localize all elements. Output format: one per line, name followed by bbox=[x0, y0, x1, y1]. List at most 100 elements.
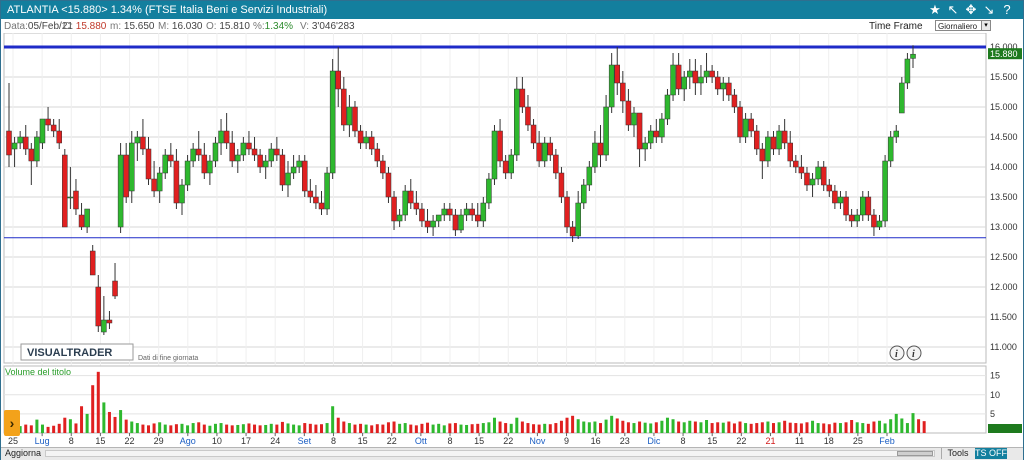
candle-body bbox=[904, 58, 911, 84]
move-icon[interactable]: ✥ bbox=[963, 2, 979, 18]
candle-body bbox=[67, 196, 74, 199]
volume-bar bbox=[286, 423, 290, 433]
candle-body bbox=[631, 112, 637, 126]
volume-bar bbox=[24, 424, 28, 433]
open-label: O: bbox=[206, 21, 217, 32]
data-note: Dati di fine giornata bbox=[138, 355, 198, 362]
volume-bar bbox=[303, 423, 307, 433]
candle-body bbox=[558, 172, 565, 198]
candle-body bbox=[290, 166, 297, 174]
volume-bar bbox=[275, 424, 279, 433]
candle-body bbox=[871, 214, 877, 228]
volume-bar bbox=[917, 419, 921, 433]
candle-body bbox=[547, 142, 554, 156]
horizontal-scrollbar[interactable] bbox=[45, 450, 935, 457]
candlestick-chart[interactable]: 16.00015.50015.00014.50014.00013.50013.0… bbox=[1, 33, 1023, 447]
volume-bar bbox=[665, 417, 669, 433]
candle-body bbox=[28, 148, 35, 162]
volume-bar bbox=[174, 424, 178, 433]
x-tick-label: 11 bbox=[795, 436, 804, 446]
volume-bar bbox=[481, 423, 485, 433]
aggiorna-button[interactable]: Aggiorna bbox=[5, 448, 41, 459]
volume-bar bbox=[571, 415, 575, 433]
volume-bar bbox=[141, 424, 145, 433]
candle-body bbox=[313, 196, 319, 204]
candle-body bbox=[184, 160, 191, 186]
volume-bar bbox=[308, 423, 312, 433]
candle-body bbox=[899, 82, 905, 114]
star-icon[interactable]: ★ bbox=[927, 2, 943, 18]
x-tick-label: 22 bbox=[387, 436, 397, 446]
volume-bar bbox=[191, 423, 195, 433]
arrow-icon[interactable]: ↖ bbox=[945, 2, 961, 18]
candle-body bbox=[235, 154, 241, 162]
candle-body bbox=[212, 142, 219, 162]
candle-body bbox=[374, 148, 381, 162]
candle-body bbox=[469, 208, 475, 216]
chevron-down-icon[interactable]: ▾ bbox=[981, 20, 991, 31]
volume-bar bbox=[844, 422, 848, 433]
volume-bar bbox=[359, 423, 363, 433]
y-tick-label: 13.000 bbox=[990, 222, 1018, 232]
tools-button[interactable]: Tools bbox=[941, 448, 974, 459]
volume-bar bbox=[878, 420, 882, 433]
volume-label: V: bbox=[300, 21, 310, 32]
scrollbar-thumb[interactable] bbox=[897, 451, 933, 456]
volume-bar bbox=[638, 421, 642, 433]
candle-body bbox=[798, 166, 805, 174]
collapse-icon[interactable]: ↘ bbox=[981, 2, 997, 18]
volume-bar bbox=[889, 419, 893, 433]
candle-body bbox=[34, 136, 40, 162]
volume-bar bbox=[727, 421, 731, 433]
volume-bar bbox=[130, 421, 134, 433]
volume-bar bbox=[264, 424, 268, 433]
x-tick-label: 22 bbox=[125, 436, 135, 446]
candle-body bbox=[329, 70, 336, 174]
volume-bar bbox=[922, 421, 926, 433]
candle-body bbox=[179, 184, 185, 204]
candle-body bbox=[603, 106, 609, 156]
candle-body bbox=[530, 124, 537, 144]
candle-body bbox=[6, 130, 12, 156]
volume-bar bbox=[96, 371, 100, 433]
candle-body bbox=[341, 88, 347, 126]
candle-body bbox=[207, 160, 213, 174]
help-icon[interactable]: ? bbox=[999, 2, 1015, 18]
volume-bar bbox=[660, 420, 664, 433]
ts-off-button[interactable]: TS OFF bbox=[975, 448, 1007, 459]
y-tick-label: 15.500 bbox=[990, 72, 1018, 82]
y-tick-label: 11.000 bbox=[990, 342, 1017, 352]
volume-bar bbox=[74, 423, 78, 433]
candle-body bbox=[793, 160, 799, 168]
volume-bar bbox=[615, 418, 619, 433]
x-tick-label: 24 bbox=[270, 436, 280, 446]
expand-panel-icon[interactable]: › bbox=[4, 410, 20, 436]
candle-body bbox=[39, 118, 46, 144]
volume-bar bbox=[682, 422, 686, 433]
bottom-bar: Aggiorna Tools TS OFF bbox=[1, 447, 1023, 460]
candle-body bbox=[218, 130, 224, 144]
candle-body bbox=[117, 154, 124, 228]
volume-bar bbox=[838, 423, 842, 433]
volume-bar bbox=[147, 425, 151, 433]
volume-bar bbox=[331, 406, 335, 433]
x-tick-label: 25 bbox=[853, 436, 863, 446]
candle-body bbox=[145, 148, 152, 180]
x-tick-label: 22 bbox=[736, 436, 746, 446]
candle-body bbox=[625, 100, 632, 126]
candle-body bbox=[636, 112, 643, 150]
volume-bar bbox=[208, 425, 212, 433]
candle-body bbox=[491, 130, 498, 180]
candle-body bbox=[854, 214, 860, 222]
volume-bar bbox=[409, 424, 413, 433]
candle-body bbox=[586, 166, 593, 186]
x-tick-label: Lug bbox=[35, 436, 50, 446]
volume-bar bbox=[559, 420, 563, 433]
brand-logo: VISUALTRADER bbox=[27, 347, 112, 359]
volume-bar bbox=[80, 406, 84, 433]
volume-bar bbox=[816, 423, 820, 433]
candle-body bbox=[318, 202, 325, 210]
volume-bar bbox=[52, 425, 56, 433]
candle-body bbox=[335, 70, 341, 90]
candle-body bbox=[424, 220, 431, 228]
